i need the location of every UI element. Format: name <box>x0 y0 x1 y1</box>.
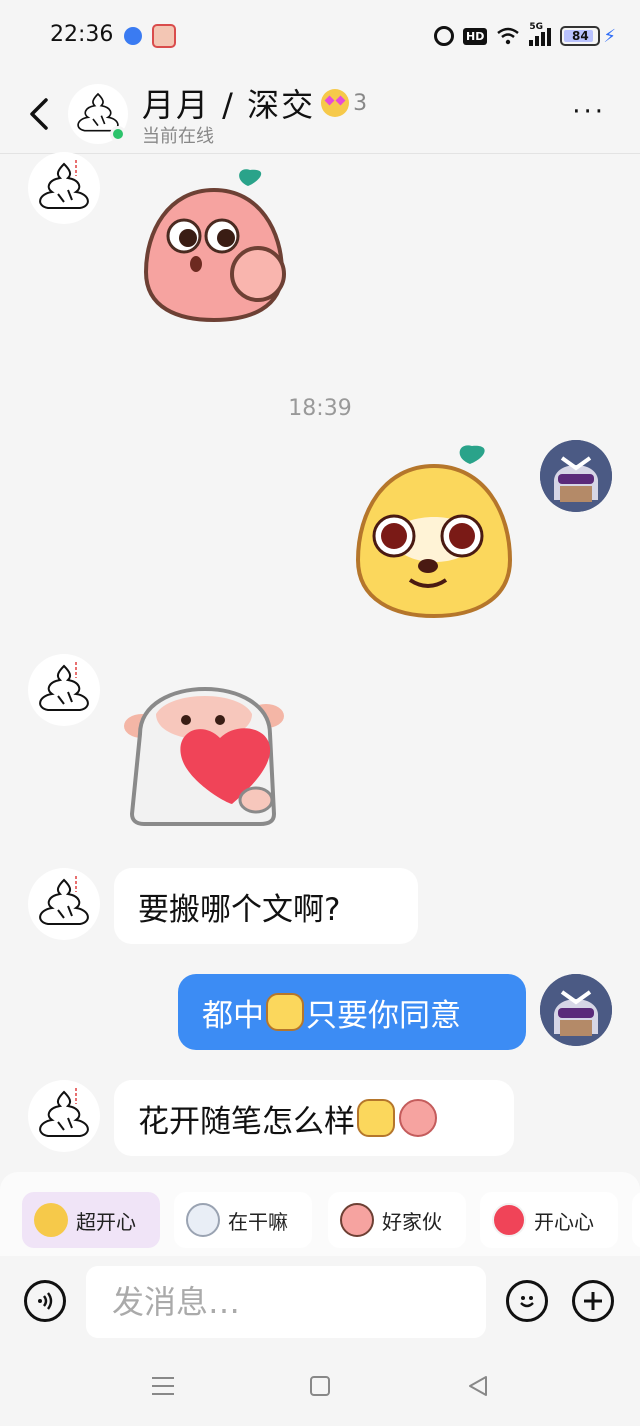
yellow-peach-emoji-icon <box>357 1099 395 1137</box>
contact-name[interactable]: 月月 / 深交 3 <box>142 80 369 126</box>
app-notification-icon <box>124 27 142 45</box>
message-bubble-incoming[interactable]: 要搬哪个文啊? <box>114 868 418 944</box>
quick-sticker-chip[interactable] <box>632 1192 640 1248</box>
back-button[interactable] <box>26 94 56 134</box>
battery-icon: 84 <box>560 26 601 46</box>
more-options-button[interactable]: ··· <box>572 99 606 125</box>
sticker-icon <box>340 1203 374 1237</box>
sticker-icon <box>186 1203 220 1237</box>
quick-sticker-bar: 超开心 在干嘛 好家伙 开心心 <box>0 1172 640 1268</box>
hd-icon: HD <box>463 27 488 45</box>
message-bubble-outgoing[interactable]: 都中 只要你同意 <box>178 974 526 1050</box>
contact-avatar[interactable] <box>28 868 100 940</box>
message-text: 花开随笔怎么样 <box>138 1103 355 1140</box>
message-text: 要搬哪个文啊? <box>138 891 341 928</box>
message-text: 只要你同意 <box>306 997 461 1034</box>
my-avatar[interactable] <box>540 974 612 1046</box>
quick-sticker-chip[interactable]: 超开心 <box>22 1192 160 1248</box>
message-input[interactable] <box>86 1266 486 1338</box>
message-text: 都中 <box>202 997 264 1034</box>
yellow-peach-sticker[interactable] <box>350 442 518 622</box>
home-nav-button[interactable] <box>308 1374 332 1405</box>
message-bubble-incoming[interactable]: 花开随笔怎么样 <box>114 1080 514 1156</box>
sheep-heart-sticker[interactable] <box>120 664 290 828</box>
message-input-bar <box>0 1256 640 1348</box>
peach-sticker[interactable] <box>138 162 290 326</box>
my-avatar[interactable] <box>540 440 612 512</box>
contact-avatar[interactable] <box>28 1080 100 1152</box>
wifi-icon <box>496 27 520 45</box>
peach-emoji-icon <box>399 1099 437 1137</box>
emoji-button[interactable] <box>506 1280 548 1322</box>
menu-nav-button[interactable] <box>150 1374 176 1405</box>
back-nav-button[interactable] <box>466 1374 490 1405</box>
yellow-peach-emoji-icon <box>266 993 304 1031</box>
quick-sticker-chip[interactable]: 好家伙 <box>328 1192 466 1248</box>
contact-avatar[interactable] <box>28 152 100 224</box>
intimacy-badge-icon <box>321 89 350 117</box>
contact-avatar[interactable] <box>28 654 100 726</box>
voice-input-button[interactable] <box>24 1280 66 1322</box>
status-time: 22:36 <box>50 22 114 47</box>
charging-icon: ⚡ <box>603 25 616 47</box>
signal-icon: 5G <box>529 22 552 46</box>
starstruck-emoji-icon <box>34 1203 68 1237</box>
system-nav-bar <box>0 1348 640 1426</box>
sticker-icon <box>492 1203 526 1237</box>
quick-sticker-chip[interactable]: 在干嘛 <box>174 1192 312 1248</box>
app-notification-icon <box>152 24 176 48</box>
online-status-dot <box>110 126 126 142</box>
quick-sticker-chip[interactable]: 开心心 <box>480 1192 618 1248</box>
intimacy-level: 3 <box>353 90 370 116</box>
chat-header: 月月 / 深交 3 当前在线 ··· <box>0 72 640 154</box>
status-bar: 22:36 HD 5G 84 ⚡ <box>0 0 640 72</box>
alarm-icon <box>434 26 455 46</box>
online-status-text: 当前在线 <box>142 126 214 147</box>
add-attachment-button[interactable] <box>572 1280 614 1322</box>
message-timestamp: 18:39 <box>288 396 352 421</box>
status-icons: HD 5G 84 ⚡ <box>434 22 616 50</box>
